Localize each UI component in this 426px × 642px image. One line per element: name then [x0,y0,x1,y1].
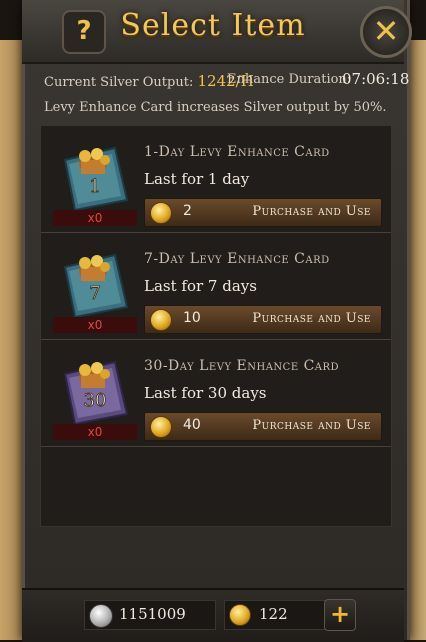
gold-coin-icon [150,416,172,438]
item-description: Last for 30 days [144,384,267,402]
card-number: 7 [89,283,100,304]
list-item: 7 x0 7-Day Levy Enhance Card Last for 7 … [41,233,391,340]
purchase-and-use-button[interactable]: 10 Purchase and Use [144,305,382,334]
gold-coin-icon [150,309,172,331]
item-count: x0 [53,210,137,226]
gold-coin-icon [150,202,172,224]
purchase-label: Purchase and Use [252,311,371,326]
gold-amount: 122 [259,605,288,623]
item-name: 30-Day Levy Enhance Card [144,358,340,374]
silver-output-label: Current Silver Output: [44,75,194,90]
card-number: 1 [89,176,100,197]
item-count: x0 [53,317,137,333]
item-description: Last for 7 days [144,277,257,295]
item-name: 7-Day Levy Enhance Card [144,251,330,267]
list-item: 30 x0 30-Day Levy Enhance Card Last for … [41,340,391,447]
item-count: x0 [53,424,137,440]
item-price: 2 [183,203,192,219]
card-number: 30 [84,390,107,411]
item-list: 1 x0 1-Day Levy Enhance Card Last for 1 … [40,125,392,527]
enhance-duration-value: 07:06:18 [342,70,410,88]
gold-balance: 122 [224,600,326,630]
gold-coin-icon [229,604,251,626]
add-gold-button[interactable]: + [324,599,356,631]
item-price: 40 [183,417,201,433]
silver-balance: 1151009 [84,600,216,630]
purchase-label: Purchase and Use [252,204,371,219]
levy-card-icon: 1 [63,146,129,212]
item-price: 10 [183,310,201,326]
purchase-label: Purchase and Use [252,418,371,433]
purchase-and-use-button[interactable]: 2 Purchase and Use [144,198,382,227]
item-description: Last for 1 day [144,170,250,188]
silver-amount: 1151009 [119,605,186,623]
levy-card-icon: 7 [63,253,129,319]
info-panel: Current Silver Output: 1242/H Enhance Du… [44,70,409,115]
levy-card-icon: 30 [63,360,129,426]
dialog-title: Select Item [120,8,306,43]
close-button[interactable]: ✕ [360,6,412,58]
purchase-and-use-button[interactable]: 40 Purchase and Use [144,412,382,441]
item-name: 1-Day Levy Enhance Card [144,144,330,160]
silver-coin-icon [89,604,113,628]
resource-bar: 1151009 122 + [22,588,404,642]
list-item: 1 x0 1-Day Levy Enhance Card Last for 1 … [41,126,391,233]
enhance-duration-label: Enhance Duration: [227,72,352,87]
dialog-header: ? Select Item ✕ [22,0,412,64]
enhance-note: Levy Enhance Card increases Silver outpu… [44,100,387,115]
